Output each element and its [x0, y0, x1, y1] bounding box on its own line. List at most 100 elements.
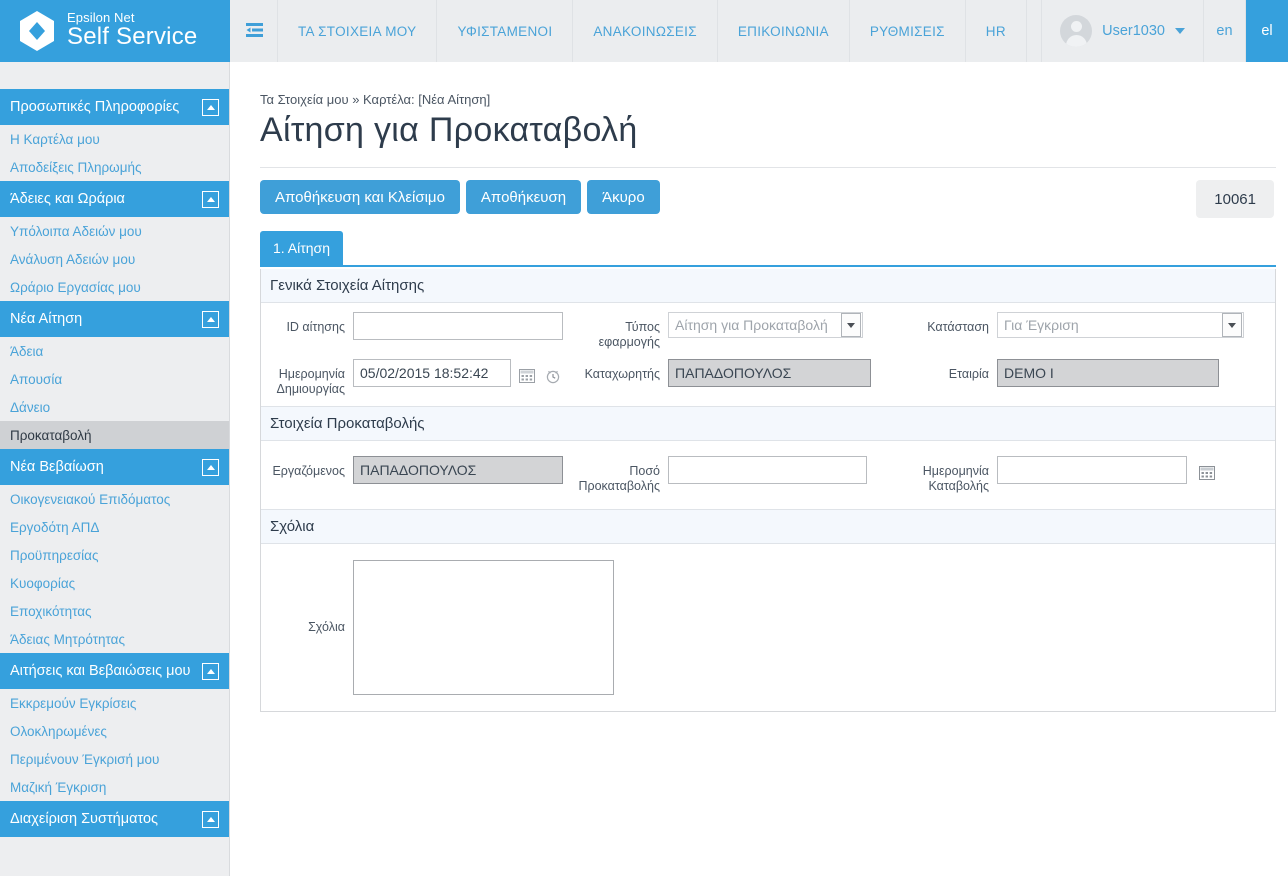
form-row-4: Σχόλια: [261, 560, 1275, 695]
comments-textarea[interactable]: [353, 560, 614, 695]
nav-label: HR: [985, 23, 1006, 39]
company-input: [997, 359, 1219, 387]
action-button-bar: Αποθήκευση και Κλείσιμο Αποθήκευση Άκυρο: [260, 180, 660, 214]
field-registrar: Καταχωρητής: [576, 359, 911, 387]
payment-date-input[interactable]: [997, 456, 1187, 484]
sidebar-item-label: Ολοκληρωμένες: [10, 723, 107, 739]
section-body-comments: Σχόλια: [261, 544, 1275, 711]
sidebar-group-new-request[interactable]: Νέα Αίτηση: [0, 301, 229, 337]
nav-label: ΕΠΙΚΟΙΝΩΝΙΑ: [737, 23, 829, 39]
chevron-down-icon: [1175, 28, 1185, 34]
save-button[interactable]: Αποθήκευση: [465, 180, 582, 214]
sidebar-item-employer-apd[interactable]: Εργοδότη ΑΠΔ: [0, 513, 229, 541]
chevron-up-icon[interactable]: [202, 458, 219, 476]
sidebar-item-my-card[interactable]: Η Καρτέλα μου: [0, 125, 229, 153]
field-label: Κατάσταση: [927, 320, 989, 334]
sidebar-item-label: Ωράριο Εργασίας μου: [10, 279, 141, 295]
field-request-id: ID αίτησης: [261, 312, 576, 340]
sidebar-item-completed[interactable]: Ολοκληρωμένες: [0, 717, 229, 745]
field-label: Ποσό Προκαταβολής: [576, 456, 668, 494]
brand-line-2: Self Service: [67, 23, 198, 50]
language-el-label: el: [1261, 23, 1273, 39]
tab-request[interactable]: 1. Αίτηση: [260, 231, 343, 265]
section-title: Σχόλια: [270, 518, 315, 535]
request-id-input[interactable]: [353, 312, 563, 340]
sidebar-item-advance[interactable]: Προκαταβολή: [0, 421, 229, 449]
caret-down-icon[interactable]: [841, 313, 861, 337]
sidebar-item-leave-balance[interactable]: Υπόλοιπα Αδειών μου: [0, 217, 229, 245]
sidebar-item-pending-approvals[interactable]: Εκκρεμούν Εγκρίσεις: [0, 689, 229, 717]
sidebar-group-new-certificate[interactable]: Νέα Βεβαίωση: [0, 449, 229, 485]
title-divider: [260, 167, 1276, 168]
tab-strip: 1. Αίτηση: [260, 231, 1276, 267]
sidebar-item-bulk-approval[interactable]: Μαζική Έγκριση: [0, 773, 229, 801]
nav-item-subordinates[interactable]: ΥΦΙΣΤΑΜΕΝΟΙ: [437, 0, 574, 62]
sidebar-group-title: Άδειες και Ωράρια: [10, 191, 125, 207]
sidebar-group-system-management[interactable]: Διαχείριση Συστήματος: [0, 801, 229, 837]
sidebar-item-leave-analysis[interactable]: Ανάλυση Αδειών μου: [0, 245, 229, 273]
save-and-close-button[interactable]: Αποθήκευση και Κλείσιμο: [260, 180, 460, 214]
nav-item-communication[interactable]: ΕΠΙΚΟΙΝΩΝΙΑ: [718, 0, 850, 62]
sidebar-item-label: Εργοδότη ΑΠΔ: [10, 519, 100, 535]
sidebar-item-leave[interactable]: Άδεια: [0, 337, 229, 365]
language-el-button[interactable]: el: [1246, 0, 1288, 62]
created-date-input[interactable]: [353, 359, 511, 387]
sidebar-item-absence[interactable]: Απουσία: [0, 365, 229, 393]
section-header-general: Γενικά Στοιχεία Αίτησης: [261, 269, 1275, 303]
collapse-sidebar-icon[interactable]: [230, 0, 278, 62]
sidebar-item-family-allowance[interactable]: Οικογενειακού Επιδόματος: [0, 485, 229, 513]
sidebar-item-work-schedule[interactable]: Ωράριο Εργασίας μου: [0, 273, 229, 301]
sidebar-item-label: Εποχικότητας: [10, 603, 92, 619]
sidebar-item-prior-service[interactable]: Προϋπηρεσίας: [0, 541, 229, 569]
main-content: Τα Στοιχεία μου » Καρτέλα: [Νέα Αίτηση] …: [231, 62, 1288, 876]
sidebar-item-label: Μαζική Έγκριση: [10, 779, 107, 795]
hexagon-diamond-logo: [18, 10, 56, 52]
status-value: Για Έγκριση: [1004, 317, 1079, 333]
field-company: Εταιρία: [911, 359, 1219, 387]
field-label-text: Ποσό Προκαταβολής: [578, 464, 660, 493]
sidebar-group-personal-info[interactable]: Προσωπικές Πληροφορίες: [0, 89, 229, 125]
nav-item-announcements[interactable]: ΑΝΑΚΟΙΝΩΣΕΙΣ: [573, 0, 718, 62]
brand-logo-area: Epsilon Net Self Service: [0, 0, 230, 62]
sidebar-item-loan[interactable]: Δάνειο: [0, 393, 229, 421]
sidebar-item-payslips[interactable]: Αποδείξεις Πληρωμής: [0, 153, 229, 181]
user-avatar-icon: [1060, 15, 1093, 47]
user-menu[interactable]: User1030: [1042, 0, 1204, 62]
app-type-dropdown[interactable]: Αίτηση για Προκαταβολή: [668, 312, 863, 338]
form-panel: Γενικά Στοιχεία Αίτησης ID αίτησης Τύπος…: [260, 269, 1276, 712]
sidebar-group-leaves-hours[interactable]: Άδειες και Ωράρια: [0, 181, 229, 217]
record-id-badge: 10061: [1196, 180, 1274, 218]
sidebar-item-seasonality[interactable]: Εποχικότητας: [0, 597, 229, 625]
nav-label: ΥΦΙΣΤΑΜΕΝΟΙ: [457, 23, 553, 39]
field-advance-amount: Ποσό Προκαταβολής: [576, 456, 911, 494]
chevron-up-icon[interactable]: [202, 810, 219, 828]
sidebar-item-maternity-leave[interactable]: Άδειας Μητρότητας: [0, 625, 229, 653]
sidebar-item-pregnancy[interactable]: Κυοφορίας: [0, 569, 229, 597]
nav-item-my-data[interactable]: ΤΑ ΣΤΟΙΧΕΙΑ ΜΟΥ: [278, 0, 438, 62]
cancel-button[interactable]: Άκυρο: [587, 180, 660, 214]
field-label: Τύπος εφαρμογής: [576, 312, 668, 350]
chevron-up-icon[interactable]: [202, 310, 219, 328]
section-body-advance-details: Εργαζόμενος Ποσό Προκαταβολής Ημερομηνία…: [261, 441, 1275, 510]
sidebar-item-label: Εκκρεμούν Εγκρίσεις: [10, 695, 137, 711]
nav-item-settings[interactable]: ΡΥΘΜΙΣΕΙΣ: [850, 0, 966, 62]
calendar-icon[interactable]: [1199, 465, 1215, 481]
sidebar-item-label: Απουσία: [10, 371, 63, 387]
advance-amount-input[interactable]: [668, 456, 867, 484]
sidebar-group-my-requests[interactable]: Αιτήσεις και Βεβαιώσεις μου: [0, 653, 229, 689]
chevron-up-icon[interactable]: [202, 662, 219, 680]
field-label-text: Ημερομηνία Καταβολής: [922, 464, 989, 493]
sidebar-item-label: Αποδείξεις Πληρωμής: [10, 159, 142, 175]
status-dropdown[interactable]: Για Έγκριση: [997, 312, 1244, 338]
sidebar-item-awaiting-my-approval[interactable]: Περιμένουν Έγκρισή μου: [0, 745, 229, 773]
left-sidebar: Προσωπικές Πληροφορίες Η Καρτέλα μου Απο…: [0, 62, 230, 876]
clock-icon[interactable]: [545, 368, 561, 384]
nav-label: ΑΝΑΚΟΙΝΩΣΕΙΣ: [593, 23, 697, 39]
nav-item-hr[interactable]: HR: [966, 0, 1027, 62]
caret-down-icon[interactable]: [1222, 313, 1242, 337]
chevron-up-icon[interactable]: [202, 190, 219, 208]
sidebar-top-spacer: [0, 62, 229, 89]
language-en-button[interactable]: en: [1204, 0, 1246, 62]
chevron-up-icon[interactable]: [202, 98, 219, 116]
calendar-icon[interactable]: [519, 368, 535, 384]
